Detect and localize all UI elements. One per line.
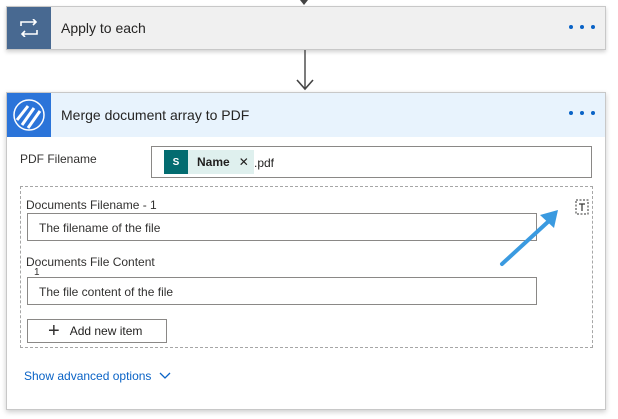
chevron-down-icon (159, 372, 171, 379)
name-token[interactable]: S Name ✕ (164, 150, 254, 174)
add-new-item-button[interactable]: + Add new item (27, 319, 167, 343)
show-advanced-options-link[interactable]: Show advanced options (24, 369, 171, 383)
add-new-item-label: Add new item (69, 324, 143, 338)
pdf-suffix-text: .pdf (254, 156, 275, 170)
merge-card-header[interactable]: Merge document array to PDF (7, 93, 605, 137)
documents-content-placeholder: The file content of the file (39, 285, 174, 299)
apply-to-each-title: Apply to each (61, 20, 146, 36)
delete-item-icon[interactable] (575, 199, 589, 215)
apply-to-each-more-icon[interactable] (569, 17, 595, 37)
top-connector-notch (300, 0, 308, 5)
encodian-stripes-icon (7, 93, 51, 137)
documents-filename-input[interactable]: The filename of the file (27, 213, 537, 241)
merge-card-title: Merge document array to PDF (61, 107, 250, 123)
documents-filename-label: Documents Filename - 1 (26, 198, 157, 212)
pdf-filename-label: PDF Filename (20, 152, 97, 166)
merge-card-more-icon[interactable] (569, 103, 595, 123)
loop-icon (7, 7, 51, 49)
callout-arrow-icon (500, 210, 558, 266)
token-remove-icon[interactable]: ✕ (239, 155, 249, 169)
documents-content-input[interactable]: The file content of the file (27, 277, 537, 305)
pdf-filename-input[interactable]: S Name ✕ .pdf (151, 146, 592, 178)
flow-connector-arrow (296, 50, 314, 91)
sharepoint-icon: S (164, 150, 188, 174)
show-advanced-options-label: Show advanced options (24, 369, 152, 383)
plus-icon: + (48, 320, 60, 342)
name-token-label: Name (197, 155, 230, 169)
apply-to-each-card[interactable]: Apply to each (6, 6, 606, 50)
documents-filename-placeholder: The filename of the file (39, 221, 161, 235)
documents-content-label: Documents File Content (26, 255, 155, 269)
